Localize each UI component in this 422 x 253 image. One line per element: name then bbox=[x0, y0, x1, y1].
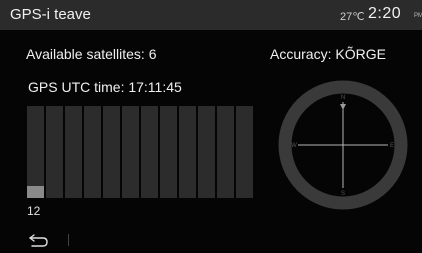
signal-bar bbox=[217, 106, 234, 198]
satellite-signal-bars bbox=[27, 106, 253, 198]
clock: 2:20 bbox=[368, 5, 402, 22]
signal-bar bbox=[46, 106, 63, 198]
outside-temperature: 27℃ bbox=[340, 11, 365, 23]
footer-divider bbox=[68, 234, 69, 246]
signal-bar bbox=[179, 106, 196, 198]
signal-bar bbox=[65, 106, 82, 198]
compass-icon: N E S W bbox=[278, 80, 408, 210]
gps-info-screen: GPS-i teave 27℃ 2:20 PM Available satell… bbox=[0, 0, 422, 253]
compass-west-label: W bbox=[291, 143, 297, 149]
signal-bar bbox=[198, 106, 215, 198]
signal-bar bbox=[236, 106, 253, 198]
back-arrow-icon bbox=[29, 234, 48, 247]
signal-bar bbox=[84, 106, 101, 198]
compass-north-label: N bbox=[341, 95, 345, 101]
compass-south-label: S bbox=[341, 191, 345, 197]
satellite-sky-plot: N E S W bbox=[268, 80, 418, 212]
available-satellites: Available satellites: 6 bbox=[26, 46, 157, 62]
accuracy-status: Accuracy: KÕRGE bbox=[270, 46, 386, 62]
satellite-id-label: 12 bbox=[27, 204, 41, 218]
signal-bar-fill bbox=[27, 186, 44, 198]
back-button[interactable] bbox=[28, 232, 50, 248]
signal-bar bbox=[103, 106, 120, 198]
signal-bar bbox=[27, 106, 44, 198]
clock-ampm: PM bbox=[414, 13, 422, 19]
top-bar: GPS-i teave 27℃ 2:20 PM bbox=[0, 0, 422, 30]
signal-bar bbox=[122, 106, 139, 198]
north-marker-icon bbox=[340, 104, 346, 110]
signal-bar bbox=[141, 106, 158, 198]
compass-east-label: E bbox=[390, 143, 394, 149]
gps-utc-time: GPS UTC time: 17:11:45 bbox=[28, 79, 182, 95]
signal-bar bbox=[160, 106, 177, 198]
page-title: GPS-i teave bbox=[10, 6, 91, 23]
